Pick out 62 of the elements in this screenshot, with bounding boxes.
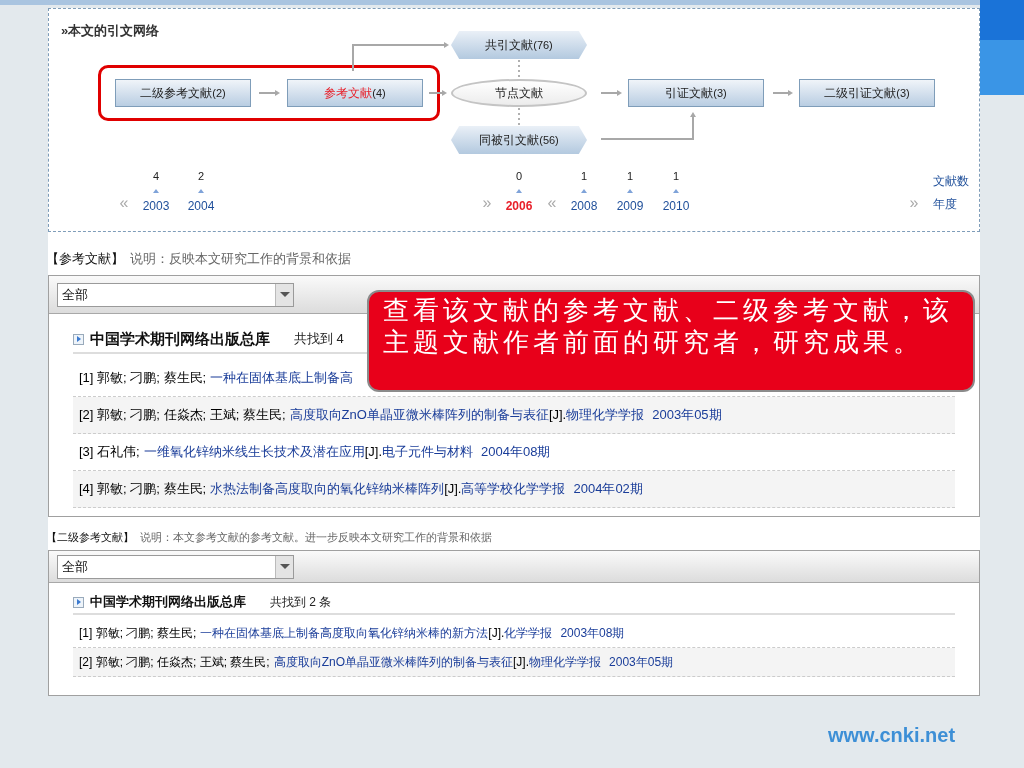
database-title: 中国学术期刊网络出版总库 — [90, 593, 246, 612]
count-label: 2 — [196, 169, 206, 184]
node-button[interactable]: 节点文献 — [451, 79, 587, 107]
count-label: 0 — [514, 169, 524, 184]
reference-entry: [4] 郭敏; 刁鹏; 蔡生民; 水热法制备高度取向的氧化锌纳米棒阵列[J].高等学校化学学报 2004年02期 — [73, 471, 955, 508]
expand-icon — [73, 596, 84, 608]
title-link[interactable]: 一维氧化锌纳米线生长技术及潜在应用 — [143, 442, 365, 462]
node-button[interactable]: 参考文献(4) — [287, 79, 423, 107]
connector-line — [518, 59, 520, 79]
title-link[interactable]: 高度取向ZnO单晶亚微米棒阵列的制备与表征 — [273, 653, 514, 671]
marker-icon — [581, 189, 587, 193]
connector-line — [518, 107, 520, 126]
axis-label: 年度 — [933, 196, 957, 213]
filter-dropdown[interactable]: 全部 — [57, 282, 294, 307]
reference-entry: [2] 郭敏; 刁鹏; 任焱杰; 王斌; 蔡生民; 高度取向ZnO单晶亚微米棒阵列的制备与表征[J].物理化学学报 2003年05期 — [73, 397, 955, 434]
marker-icon — [673, 189, 679, 193]
marker-icon — [516, 189, 522, 193]
year-link[interactable]: 2006 — [499, 197, 539, 215]
marker-icon — [627, 189, 633, 193]
arrow — [428, 90, 447, 96]
year-link[interactable]: 2003 — [136, 197, 176, 215]
filter-dropdown[interactable]: 全部 — [57, 554, 294, 579]
result-count: 共找到 2 条 — [270, 594, 332, 611]
section-heading: 【二级参考文献】 — [46, 529, 134, 545]
count-label: 1 — [671, 169, 681, 184]
expand-icon — [73, 333, 84, 345]
callout: 查看该文献的参考文献、二级参考文献，该主题文献作者前面的研究者，研究成果。 — [367, 290, 975, 392]
node-button[interactable]: 二级引证文献(3) — [799, 79, 935, 107]
section-heading: 【参考文献】 — [46, 250, 124, 269]
arrow — [772, 90, 793, 96]
result-count: 共找到 4 — [294, 330, 344, 349]
arrow — [600, 90, 622, 96]
journal-link[interactable]: 电子元件与材料 — [382, 442, 474, 462]
node-button[interactable]: 二级参考文献(2) — [115, 79, 251, 107]
year-link[interactable]: 2004 — [181, 197, 221, 215]
title-link[interactable]: 一种在固体基底上制备高 — [210, 368, 354, 388]
arrow — [258, 90, 280, 96]
node-button[interactable]: 同被引文献(56) — [451, 126, 587, 154]
year-link[interactable]: 2008 — [564, 197, 604, 215]
count-label: 4 — [151, 169, 161, 184]
section-title: »本文的引文网络 — [61, 22, 160, 40]
node-button[interactable]: 引证文献(3) — [628, 79, 764, 107]
site-url: www.cnki.net — [828, 723, 956, 748]
database-title: 中国学术期刊网络出版总库 — [90, 328, 270, 349]
title-link[interactable]: 一种在固体基底上制备高度取向氧化锌纳米棒的新方法 — [200, 624, 489, 642]
journal-link[interactable]: 物理化学学报 — [566, 405, 645, 425]
journal-link[interactable]: 化学学报 — [504, 624, 553, 642]
axis-label: 文献数 — [933, 173, 969, 190]
title-link[interactable]: 水热法制备高度取向的氧化锌纳米棒阵列 — [210, 479, 445, 499]
journal-link[interactable]: 高等学校化学学报 — [461, 479, 566, 499]
reference-entry: [2] 郭敏; 刁鹏; 任焱杰; 王斌; 蔡生民; 高度取向ZnO单晶亚微米棒阵列的制备与表征[J].物理化学学报 2003年05期 — [73, 648, 955, 677]
count-label: 1 — [579, 169, 589, 184]
node-button[interactable]: 共引文献(76) — [451, 31, 587, 59]
section-note: 说明：本文参考文献的参考文献。进一步反映本文研究工作的背景和依据 — [140, 529, 492, 545]
year-link[interactable]: 2009 — [610, 197, 650, 215]
section-note: 说明：反映本文研究工作的背景和依据 — [130, 250, 351, 269]
marker-icon — [153, 189, 159, 193]
journal-link[interactable]: 物理化学学报 — [529, 653, 602, 671]
year-link[interactable]: 2010 — [656, 197, 696, 215]
count-label: 1 — [625, 169, 635, 184]
marker-icon — [198, 189, 204, 193]
title-link[interactable]: 高度取向ZnO单晶亚微米棒阵列的制备与表征 — [289, 405, 549, 425]
